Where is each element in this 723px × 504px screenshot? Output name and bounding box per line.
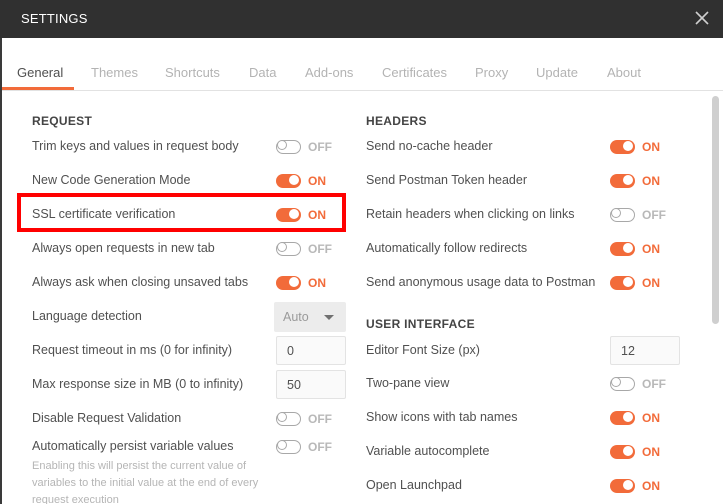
code-gen-label: New Code Generation Mode [32, 173, 191, 187]
trim-keys-toggle[interactable]: OFF [276, 139, 356, 155]
timeout-input[interactable]: 0 [276, 336, 346, 365]
postman-token-label: Send Postman Token header [366, 173, 527, 187]
two-pane-label: Two-pane view [366, 376, 450, 390]
no-cache-toggle[interactable]: ON [610, 139, 690, 155]
trim-keys-label: Trim keys and values in request body [32, 139, 239, 153]
disable-validation-label: Disable Request Validation [32, 411, 182, 425]
ask-close-toggle[interactable]: ON [276, 275, 356, 291]
retain-headers-toggle[interactable]: OFF [610, 207, 690, 223]
language-detection-value: Auto [283, 310, 309, 324]
user-interface-heading: USER INTERFACE [366, 317, 475, 331]
request-heading: REQUEST [32, 114, 93, 128]
tab-about[interactable]: About [607, 65, 641, 80]
launchpad-toggle[interactable]: ON [610, 478, 690, 494]
tab-add-ons[interactable]: Add-ons [305, 65, 353, 80]
tab-proxy[interactable]: Proxy [475, 65, 508, 80]
tab-icons-toggle[interactable]: ON [610, 410, 690, 426]
close-icon[interactable] [693, 9, 711, 27]
follow-redirects-label: Automatically follow redirects [366, 241, 528, 255]
ask-close-label: Always ask when closing unsaved tabs [32, 275, 249, 289]
max-size-input[interactable]: 50 [276, 370, 346, 399]
persist-label: Automatically persist variable values [32, 439, 234, 453]
retain-headers-label: Retain headers when clicking on links [366, 207, 575, 221]
tab-data[interactable]: Data [249, 65, 276, 80]
postman-token-toggle[interactable]: ON [610, 173, 690, 189]
usage-data-toggle[interactable]: ON [610, 275, 690, 291]
code-gen-toggle[interactable]: ON [276, 173, 356, 189]
launchpad-label: Open Launchpad [366, 478, 462, 492]
persist-help-text: Enabling this will persist the current v… [32, 460, 259, 504]
no-cache-label: Send no-cache header [366, 139, 493, 153]
font-size-input[interactable]: 12 [610, 336, 680, 365]
window-edge [0, 38, 2, 504]
follow-redirects-toggle[interactable]: ON [610, 241, 690, 257]
autocomplete-label: Variable autocomplete [366, 444, 490, 458]
two-pane-toggle[interactable]: OFF [610, 376, 690, 392]
tab-bar: General Themes Shortcuts Data Add-ons Ce… [2, 38, 723, 91]
ssl-verification-label: SSL certificate verification [32, 207, 176, 221]
language-detection-select[interactable]: Auto [274, 302, 346, 332]
title-bar: SETTINGS [0, 0, 723, 38]
max-size-label: Max response size in MB (0 to infinity) [32, 377, 244, 391]
tab-icons-label: Show icons with tab names [366, 410, 518, 424]
new-tab-toggle[interactable]: OFF [276, 241, 356, 257]
timeout-label: Request timeout in ms (0 for infinity) [32, 343, 233, 357]
headers-heading: HEADERS [366, 114, 427, 128]
font-size-label: Editor Font Size (px) [366, 343, 480, 357]
persist-toggle[interactable]: OFF [276, 439, 356, 455]
autocomplete-toggle[interactable]: ON [610, 444, 690, 460]
tab-general[interactable]: General [17, 65, 63, 80]
tab-themes[interactable]: Themes [91, 65, 138, 80]
chevron-down-icon [324, 315, 334, 320]
language-detection-label: Language detection [32, 309, 142, 323]
new-tab-label: Always open requests in new tab [32, 241, 215, 255]
tab-update[interactable]: Update [536, 65, 578, 80]
tab-certificates[interactable]: Certificates [382, 65, 447, 80]
active-tab-indicator [2, 87, 74, 90]
tab-shortcuts[interactable]: Shortcuts [165, 65, 220, 80]
window-title: SETTINGS [21, 11, 88, 26]
ssl-verification-toggle[interactable]: ON [276, 207, 356, 223]
disable-validation-toggle[interactable]: OFF [276, 411, 356, 427]
scrollbar[interactable] [712, 96, 719, 324]
usage-data-label: Send anonymous usage data to Postman [366, 275, 596, 289]
